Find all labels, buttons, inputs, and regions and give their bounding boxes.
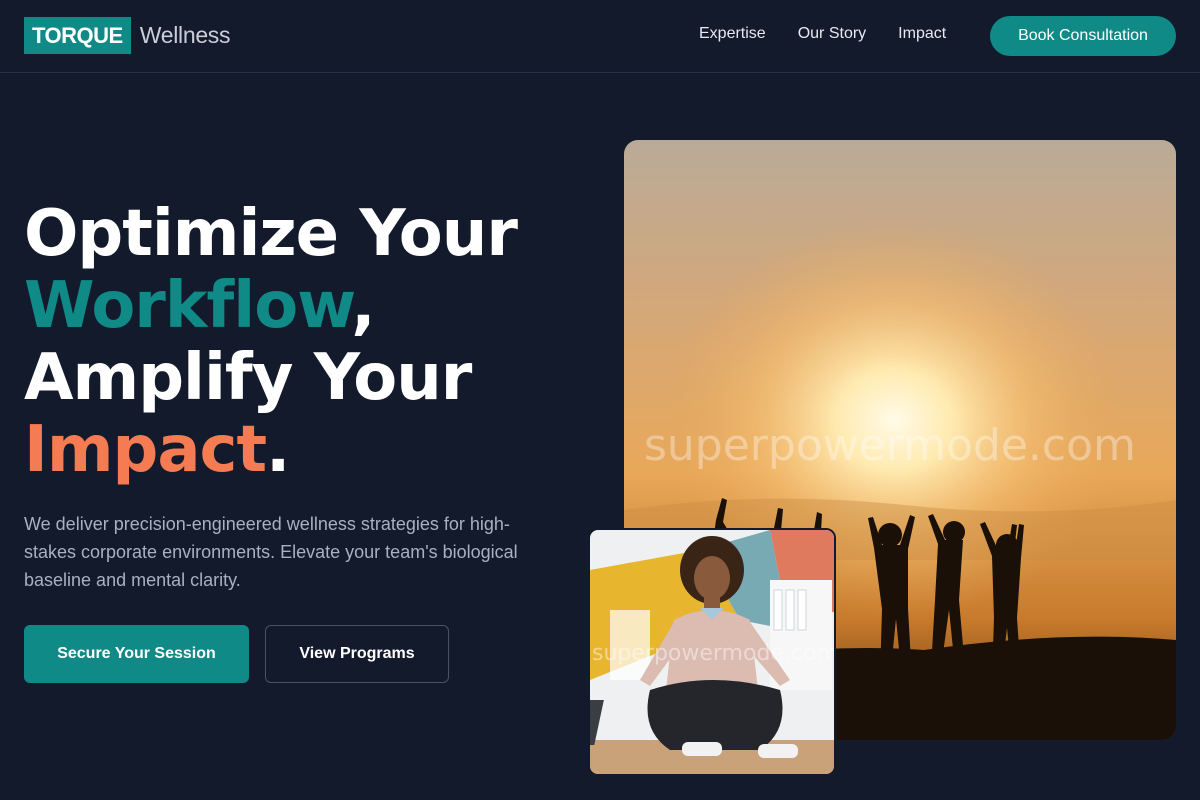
hero-headline: Optimize Your Workflow, Amplify Your Imp… xyxy=(24,198,604,486)
meditation-photo: superpowermode.com xyxy=(588,528,836,776)
headline-line-3: Amplify Your xyxy=(24,341,472,415)
headline-accent-impact: Impact xyxy=(24,413,267,487)
headline-period: . xyxy=(266,413,290,487)
nav-link-impact[interactable]: Impact xyxy=(898,25,946,43)
logo-wordmark: Wellness xyxy=(139,22,231,48)
headline-comma: , xyxy=(351,269,375,343)
nav-link-expertise[interactable]: Expertise xyxy=(699,25,766,43)
small-photo-watermark: superpowermode.com xyxy=(592,641,836,666)
brand-logo[interactable]: TORQUE Wellness xyxy=(24,17,231,54)
headline-accent-workflow: Workflow xyxy=(24,269,352,343)
view-programs-button[interactable]: View Programs xyxy=(265,625,449,683)
headline-line-1: Optimize Your xyxy=(24,197,518,271)
hero-subtext: We deliver precision-engineered wellness… xyxy=(24,514,518,590)
nav-link-our-story[interactable]: Our Story xyxy=(798,25,866,43)
book-consultation-button[interactable]: Book Consultation xyxy=(990,16,1176,56)
main-nav: Expertise Our Story Impact xyxy=(699,25,946,43)
secure-session-button[interactable]: Secure Your Session xyxy=(24,625,249,683)
main-photo-watermark: superpowermode.com xyxy=(644,420,1136,471)
logo-box: TORQUE xyxy=(24,17,131,54)
site-header: TORQUE Wellness Expertise Our Story Impa… xyxy=(0,0,1200,73)
